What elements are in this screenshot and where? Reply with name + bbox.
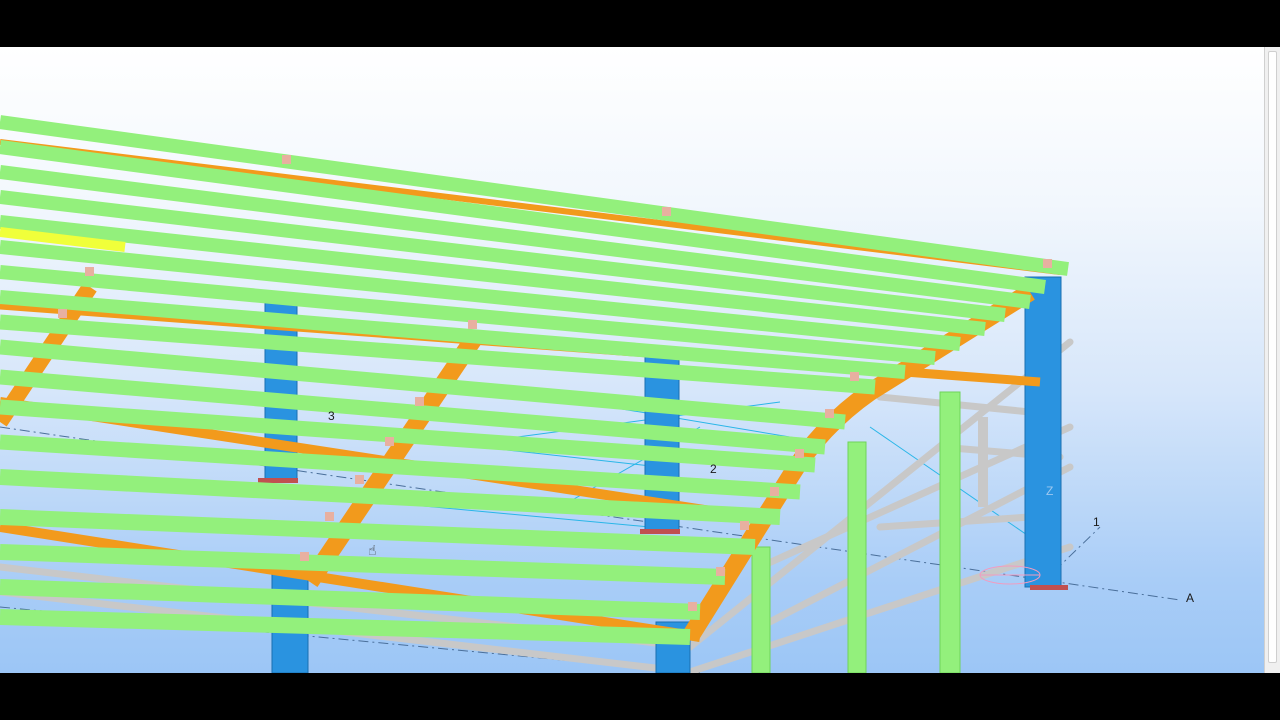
axis-z-label: Z (1046, 484, 1054, 498)
vertical-scrollbar[interactable] (1264, 47, 1280, 673)
grid-label-a: A (1186, 591, 1195, 605)
roof-purlins[interactable] (0, 115, 1069, 645)
grid-label-2: 2 (710, 462, 717, 476)
letterbox-bottom (0, 673, 1280, 720)
letterbox-top (0, 0, 1280, 47)
hand-cursor-icon: ☝ (368, 543, 377, 559)
wall-posts[interactable] (751, 391, 988, 673)
structure-model[interactable] (0, 47, 1264, 673)
model-viewport[interactable]: 3 2 1 A Z ☝ (0, 47, 1264, 673)
grid-label-3: 3 (328, 409, 335, 423)
scrollbar-thumb[interactable] (1268, 51, 1277, 663)
grid-label-1: 1 (1093, 515, 1100, 529)
